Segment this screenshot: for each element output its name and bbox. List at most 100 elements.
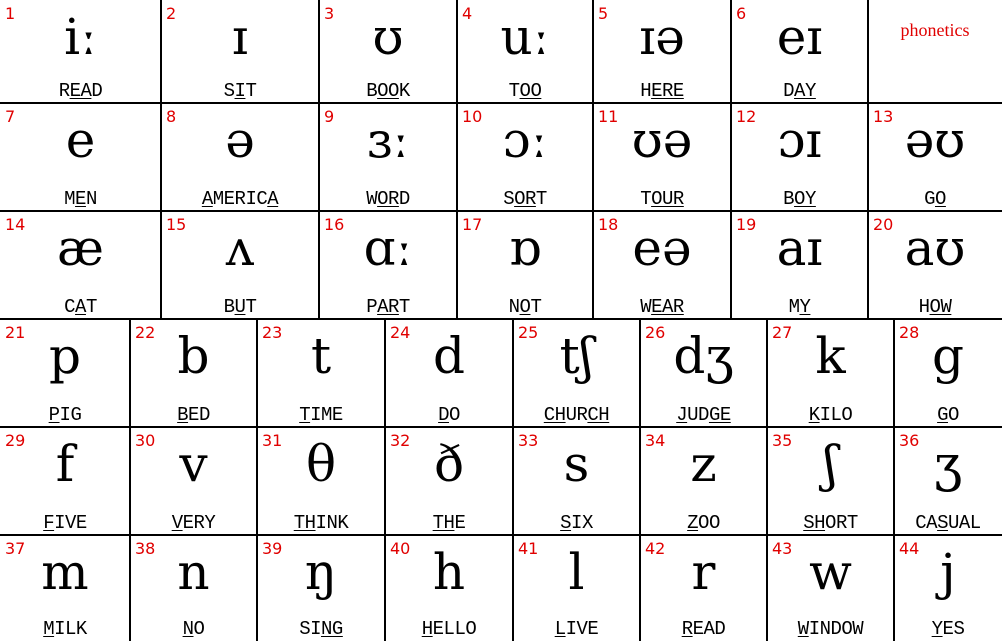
highlighted-letters: S (560, 512, 572, 534)
highlighted-letters: B (177, 404, 189, 426)
highlighted-letters: J (676, 404, 688, 426)
grid-line (639, 319, 641, 641)
example-word: ZOO (640, 514, 767, 533)
example-word: PIG (0, 406, 130, 425)
highlighted-letters: SH (803, 512, 826, 534)
vowel-cell: 17 ɒ NOT (457, 211, 593, 319)
plain-letters: N (508, 296, 520, 318)
example-word: SING (257, 620, 385, 639)
example-word: BOY (731, 190, 868, 209)
ipa-symbol: θ (305, 435, 337, 493)
plain-letters: M (788, 296, 800, 318)
example-word: BED (130, 406, 257, 425)
consonant-cell: 30 v VERY (130, 427, 257, 535)
consonant-cell: 36 ʒ CASUAL (894, 427, 1002, 535)
example-word: THE (385, 514, 513, 533)
plain-letters: ELLO (432, 618, 477, 640)
plain-letters: IX (571, 512, 593, 534)
plain-letters: T (530, 296, 542, 318)
example-word: THINK (257, 514, 385, 533)
example-word: CASUAL (894, 514, 1002, 533)
vowel-cell: 9 ɜː WORD (319, 103, 457, 211)
highlighted-letters: W (797, 618, 809, 640)
consonant-cell: 29 f FIVE (0, 427, 130, 535)
grid-line (766, 319, 768, 641)
example-word: HELLO (385, 620, 513, 639)
consonant-cell: 22 b BED (130, 319, 257, 427)
example-word: KILO (767, 406, 894, 425)
ipa-symbol: e (65, 111, 96, 169)
example-word: SIT (161, 82, 319, 101)
grid-line (867, 0, 869, 319)
plain-letters: IVE (565, 618, 599, 640)
highlighted-letters: Y (931, 618, 943, 640)
ipa-symbol: z (690, 435, 717, 493)
ipa-symbol: ə (225, 111, 255, 169)
ipa-symbol: p (48, 327, 81, 385)
example-word: WORD (319, 190, 457, 209)
highlighted-letters: OY (794, 188, 816, 210)
ipa-symbol: ð (433, 435, 465, 493)
consonant-cell: 41 l LIVE (513, 535, 640, 641)
plain-letters: ILK (54, 618, 87, 640)
example-word: DAY (731, 82, 868, 101)
vowel-cell: 5 ɪə HERE (593, 0, 731, 103)
ipa-symbol: t (310, 327, 332, 385)
example-word: DO (385, 406, 513, 425)
highlighted-letters: O (519, 296, 531, 318)
plain-letters: ED (188, 404, 210, 426)
consonant-cell: 31 θ THINK (257, 427, 385, 535)
plain-letters: T (245, 80, 257, 102)
highlighted-letters: Z (687, 512, 699, 534)
ipa-symbol: w (809, 543, 852, 601)
highlighted-letters: T (299, 404, 311, 426)
plain-letters: P (366, 296, 378, 318)
phonetics-chart: 1 iː READ 2 ɪ SIT 3 ʊ BOOK 4 uː TOO 5 ɪə HERE 6 eɪ DAY pho… (0, 0, 1002, 641)
plain-letters: B (223, 296, 235, 318)
example-word: BUT (161, 298, 319, 317)
example-word: TOO (457, 82, 593, 101)
ipa-symbol: æ (57, 219, 104, 277)
example-word: VERY (130, 514, 257, 533)
highlighted-letters: F (43, 512, 55, 534)
ipa-symbol: dʒ (673, 327, 734, 385)
ipa-symbol: eə (632, 219, 692, 277)
example-word: BOOK (319, 82, 457, 101)
vowel-cell: 8 ə AMERICA (161, 103, 319, 211)
highlighted-letters: OO (377, 80, 399, 102)
highlighted-letters: O (935, 188, 946, 210)
highlighted-letters: S (937, 512, 948, 534)
example-word: LIVE (513, 620, 640, 639)
ipa-symbol: ɒ (508, 219, 541, 277)
vowel-cell: 20 aʊ HOW (868, 211, 1002, 319)
plain-letters: G (924, 188, 935, 210)
vowel-cell: 12 ɔɪ BOY (731, 103, 868, 211)
consonant-cell: 23 t TIME (257, 319, 385, 427)
highlighted-letters: D (438, 404, 449, 426)
grid-line (0, 102, 1002, 104)
example-word: JUDGE (640, 406, 767, 425)
grid-line (592, 0, 594, 319)
highlighted-letters: M (43, 618, 55, 640)
highlighted-letters: EA (69, 80, 92, 102)
ipa-symbol: ɪ (232, 8, 248, 66)
highlighted-letters: CH (543, 404, 566, 426)
consonant-cell: 27 k KILO (767, 319, 894, 427)
plain-letters: ERY (182, 512, 216, 534)
ipa-symbol: ʌ (225, 219, 255, 277)
plain-letters: IME (310, 404, 343, 426)
vowel-cell: 13 əʊ GO (868, 103, 1002, 211)
highlighted-letters: P (48, 404, 60, 426)
chart-title: phonetics (900, 20, 970, 40)
example-word: SHORT (767, 514, 894, 533)
vowel-cell: 1 iː READ (0, 0, 161, 103)
plain-letters: H (918, 296, 930, 318)
ipa-symbol: g (931, 327, 964, 385)
vowel-cell: 7 e MEN (0, 103, 161, 211)
example-word: SORT (457, 190, 593, 209)
highlighted-letters: U (234, 296, 246, 318)
plain-letters: UD (687, 404, 709, 426)
example-word: GO (894, 406, 1002, 425)
ipa-symbol: s (563, 435, 590, 493)
consonant-cell: 35 ʃ SHORT (767, 427, 894, 535)
